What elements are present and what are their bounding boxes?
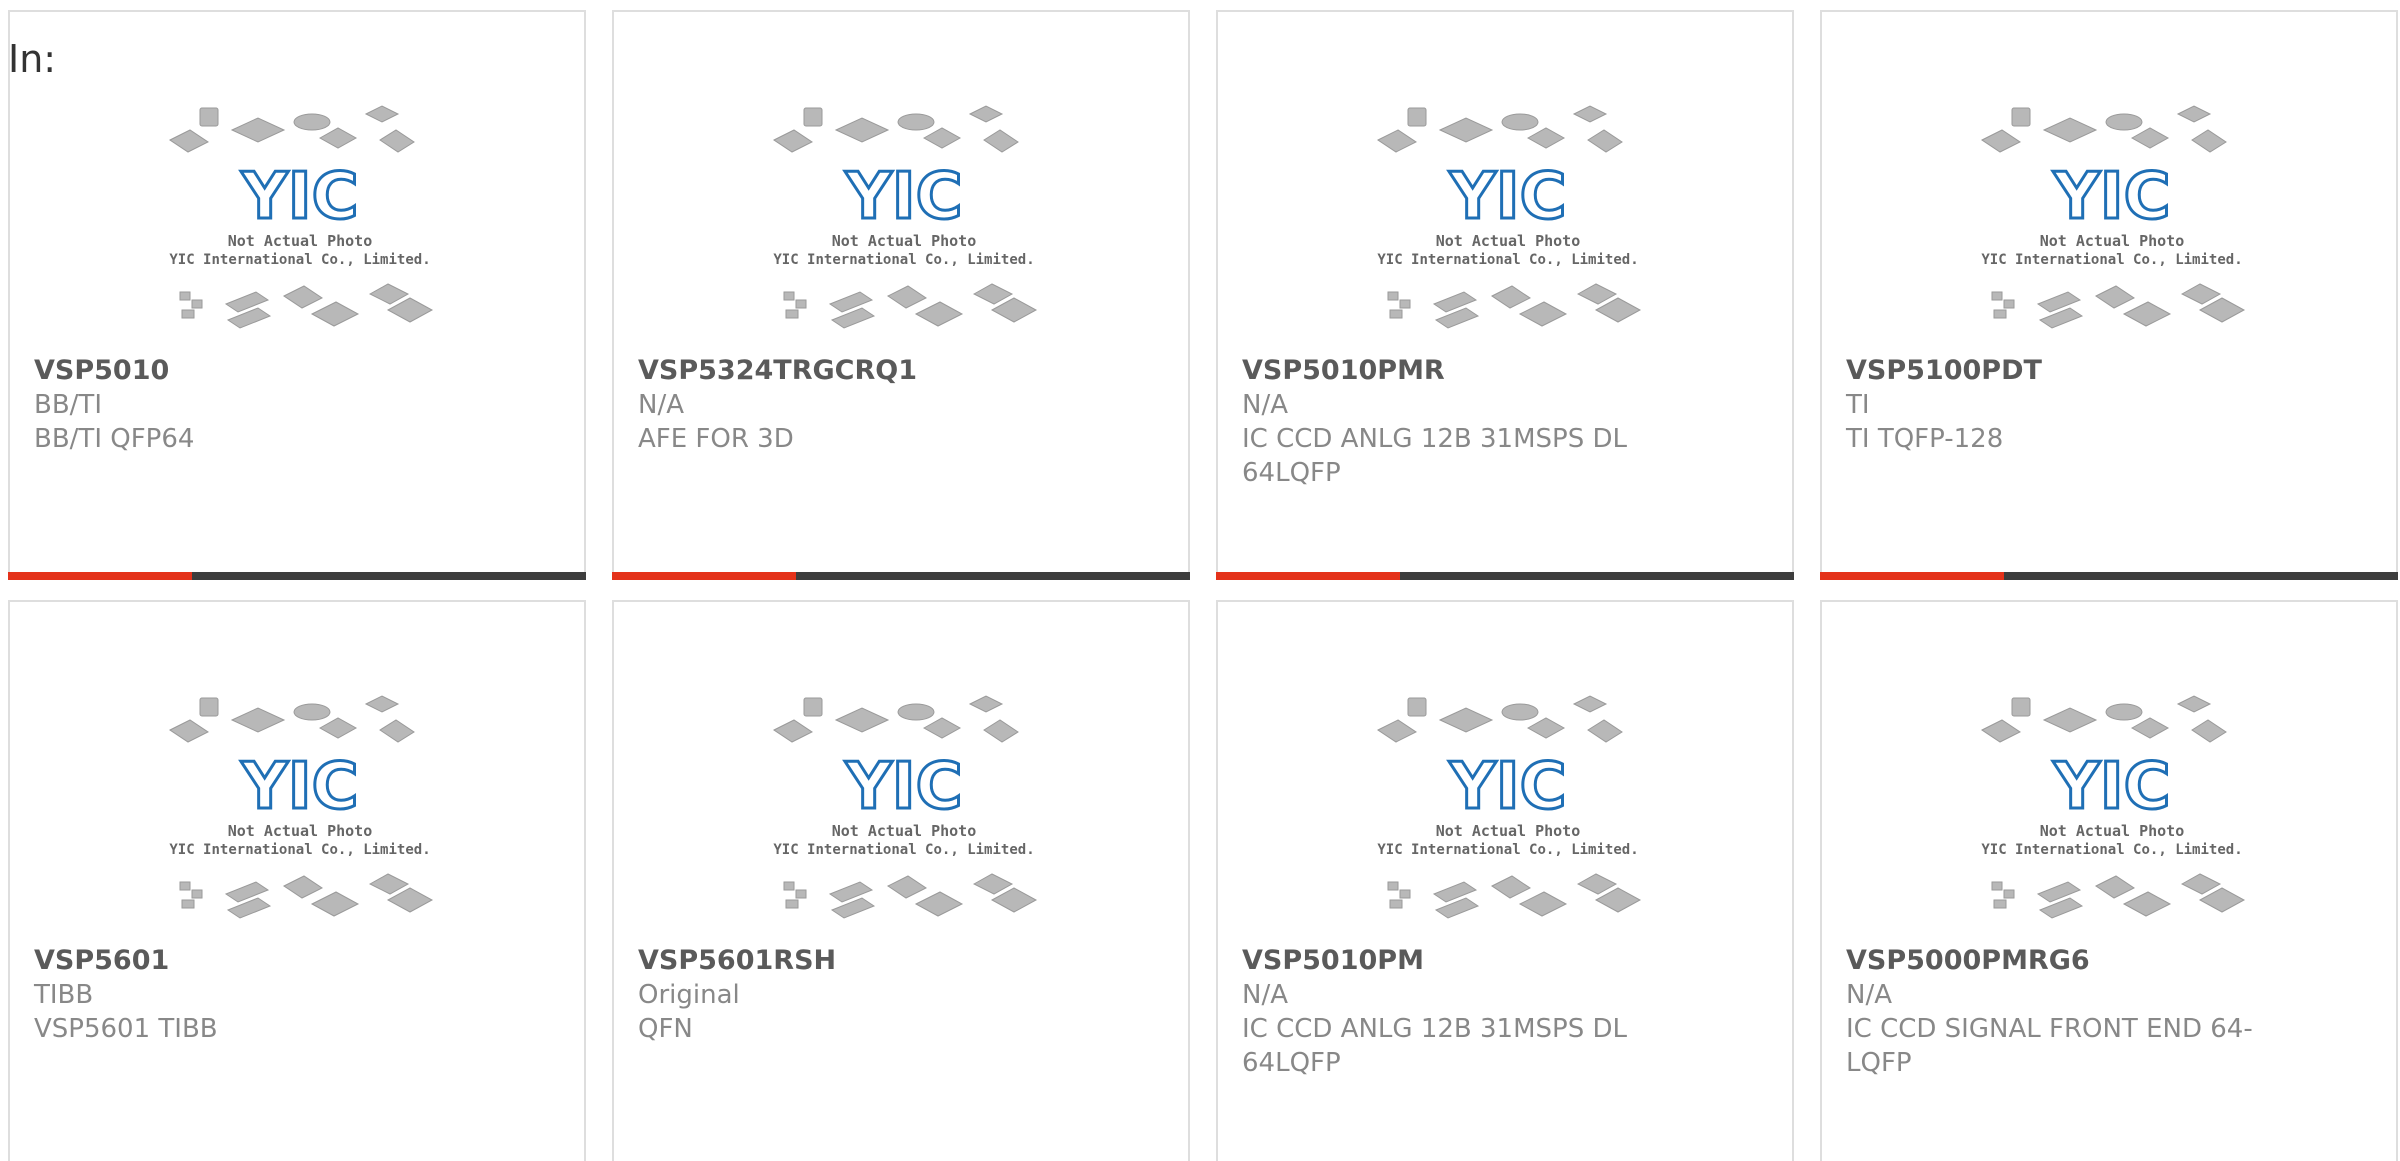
thumbnail-caption-1: Not Actual Photo — [1436, 822, 1581, 840]
thumbnail-caption-2: YIC International Co., Limited. — [773, 842, 1034, 858]
product-card[interactable]: YIC Not Actual Photo YIC International C… — [1216, 600, 1794, 1161]
thumbnail-caption-1: Not Actual Photo — [832, 822, 977, 840]
description: IC CCD ANLG 12B 31MSPS DL 64LQFP — [1242, 424, 1627, 488]
card-bottom-bar — [8, 572, 586, 580]
thumbnail-caption-2: YIC International Co., Limited. — [169, 252, 430, 268]
card-accent-bar — [8, 572, 192, 580]
page: In: YIC Not Actual Photo YIC Internation… — [0, 0, 2400, 1161]
card-accent-bar — [1820, 572, 2004, 580]
part-number[interactable]: VSP5100PDT — [1846, 354, 2276, 388]
description: AFE FOR 3D — [638, 424, 794, 454]
brand: BB/TI — [34, 390, 102, 420]
yic-logo-icon: YIC — [844, 160, 962, 234]
card-bottom-bar — [1820, 572, 2398, 580]
product-info: VSP5601RSH Original QFN — [638, 944, 1068, 1046]
product-info: VSP5100PDT TI TI TQFP-128 — [1846, 354, 2276, 456]
thumbnail-caption-2: YIC International Co., Limited. — [1981, 842, 2242, 858]
product-thumbnail: YIC Not Actual Photo YIC International C… — [764, 690, 1044, 940]
thumbnail-caption-2: YIC International Co., Limited. — [1377, 252, 1638, 268]
product-thumbnail: YIC Not Actual Photo YIC International C… — [1972, 690, 2252, 940]
thumbnail-caption-2: YIC International Co., Limited. — [1377, 842, 1638, 858]
product-info: VSP5000PMRG6 N/A IC CCD SIGNAL FRONT END… — [1846, 944, 2276, 1080]
description: VSP5601 TIBB — [34, 1014, 218, 1044]
product-thumbnail: YIC Not Actual Photo YIC International C… — [1368, 690, 1648, 940]
thumbnail-caption-2: YIC International Co., Limited. — [1981, 252, 2242, 268]
product-thumbnail: YIC Not Actual Photo YIC International C… — [1972, 100, 2252, 350]
thumbnail-caption-1: Not Actual Photo — [832, 232, 977, 250]
card-accent-bar — [1216, 572, 1400, 580]
thumbnail-caption-2: YIC International Co., Limited. — [773, 252, 1034, 268]
thumbnail-caption-1: Not Actual Photo — [2040, 822, 2185, 840]
yic-logo-icon: YIC — [240, 750, 358, 824]
yic-logo-icon: YIC — [240, 160, 358, 234]
thumbnail-caption-1: Not Actual Photo — [228, 232, 373, 250]
card-bottom-bar — [1216, 572, 1794, 580]
part-number[interactable]: VSP5601 — [34, 944, 464, 978]
part-number[interactable]: VSP5010 — [34, 354, 464, 388]
thumbnail-caption-1: Not Actual Photo — [228, 822, 373, 840]
product-thumbnail: YIC Not Actual Photo YIC International C… — [160, 100, 440, 350]
yic-logo-icon: YIC — [1448, 750, 1566, 824]
brand: N/A — [638, 390, 684, 420]
brand: N/A — [1242, 390, 1288, 420]
brand: N/A — [1846, 980, 1892, 1010]
yic-logo-icon: YIC — [844, 750, 962, 824]
brand: Original — [638, 980, 740, 1010]
part-number[interactable]: VSP5010PM — [1242, 944, 1672, 978]
description: QFN — [638, 1014, 693, 1044]
yic-logo-icon: YIC — [1448, 160, 1566, 234]
thumbnail-caption-2: YIC International Co., Limited. — [169, 842, 430, 858]
yic-logo-icon: YIC — [2052, 750, 2170, 824]
product-thumbnail: YIC Not Actual Photo YIC International C… — [764, 100, 1044, 350]
product-card[interactable]: YIC Not Actual Photo YIC International C… — [8, 600, 586, 1161]
brand: TI — [1846, 390, 1870, 420]
description: IC CCD ANLG 12B 31MSPS DL 64LQFP — [1242, 1014, 1627, 1078]
part-number[interactable]: VSP5324TRGCRQ1 — [638, 354, 1068, 388]
product-grid: YIC Not Actual Photo YIC International C… — [8, 10, 2400, 1161]
thumbnail-caption-1: Not Actual Photo — [1436, 232, 1581, 250]
product-info: VSP5601 TIBB VSP5601 TIBB — [34, 944, 464, 1046]
card-accent-bar — [612, 572, 796, 580]
product-card[interactable]: YIC Not Actual Photo YIC International C… — [612, 600, 1190, 1161]
product-card[interactable]: YIC Not Actual Photo YIC International C… — [612, 10, 1190, 580]
brand: TIBB — [34, 980, 94, 1010]
brand: N/A — [1242, 980, 1288, 1010]
product-thumbnail: YIC Not Actual Photo YIC International C… — [1368, 100, 1648, 350]
description: IC CCD SIGNAL FRONT END 64-LQFP — [1846, 1014, 2253, 1078]
product-info: VSP5010PMR N/A IC CCD ANLG 12B 31MSPS DL… — [1242, 354, 1672, 490]
product-card[interactable]: YIC Not Actual Photo YIC International C… — [1820, 600, 2398, 1161]
part-number[interactable]: VSP5010PMR — [1242, 354, 1672, 388]
in-label: In: — [8, 37, 57, 81]
part-number[interactable]: VSP5601RSH — [638, 944, 1068, 978]
product-card[interactable]: YIC Not Actual Photo YIC International C… — [1820, 10, 2398, 580]
product-info: VSP5010PM N/A IC CCD ANLG 12B 31MSPS DL … — [1242, 944, 1672, 1080]
product-card[interactable]: YIC Not Actual Photo YIC International C… — [8, 10, 586, 580]
part-number[interactable]: VSP5000PMRG6 — [1846, 944, 2276, 978]
thumbnail-caption-1: Not Actual Photo — [2040, 232, 2185, 250]
product-info: VSP5010 BB/TI BB/TI QFP64 — [34, 354, 464, 456]
card-bottom-bar — [612, 572, 1190, 580]
description: TI TQFP-128 — [1846, 424, 2004, 454]
product-thumbnail: YIC Not Actual Photo YIC International C… — [160, 690, 440, 940]
description: BB/TI QFP64 — [34, 424, 195, 454]
product-card[interactable]: YIC Not Actual Photo YIC International C… — [1216, 10, 1794, 580]
product-info: VSP5324TRGCRQ1 N/A AFE FOR 3D — [638, 354, 1068, 456]
yic-logo-icon: YIC — [2052, 160, 2170, 234]
